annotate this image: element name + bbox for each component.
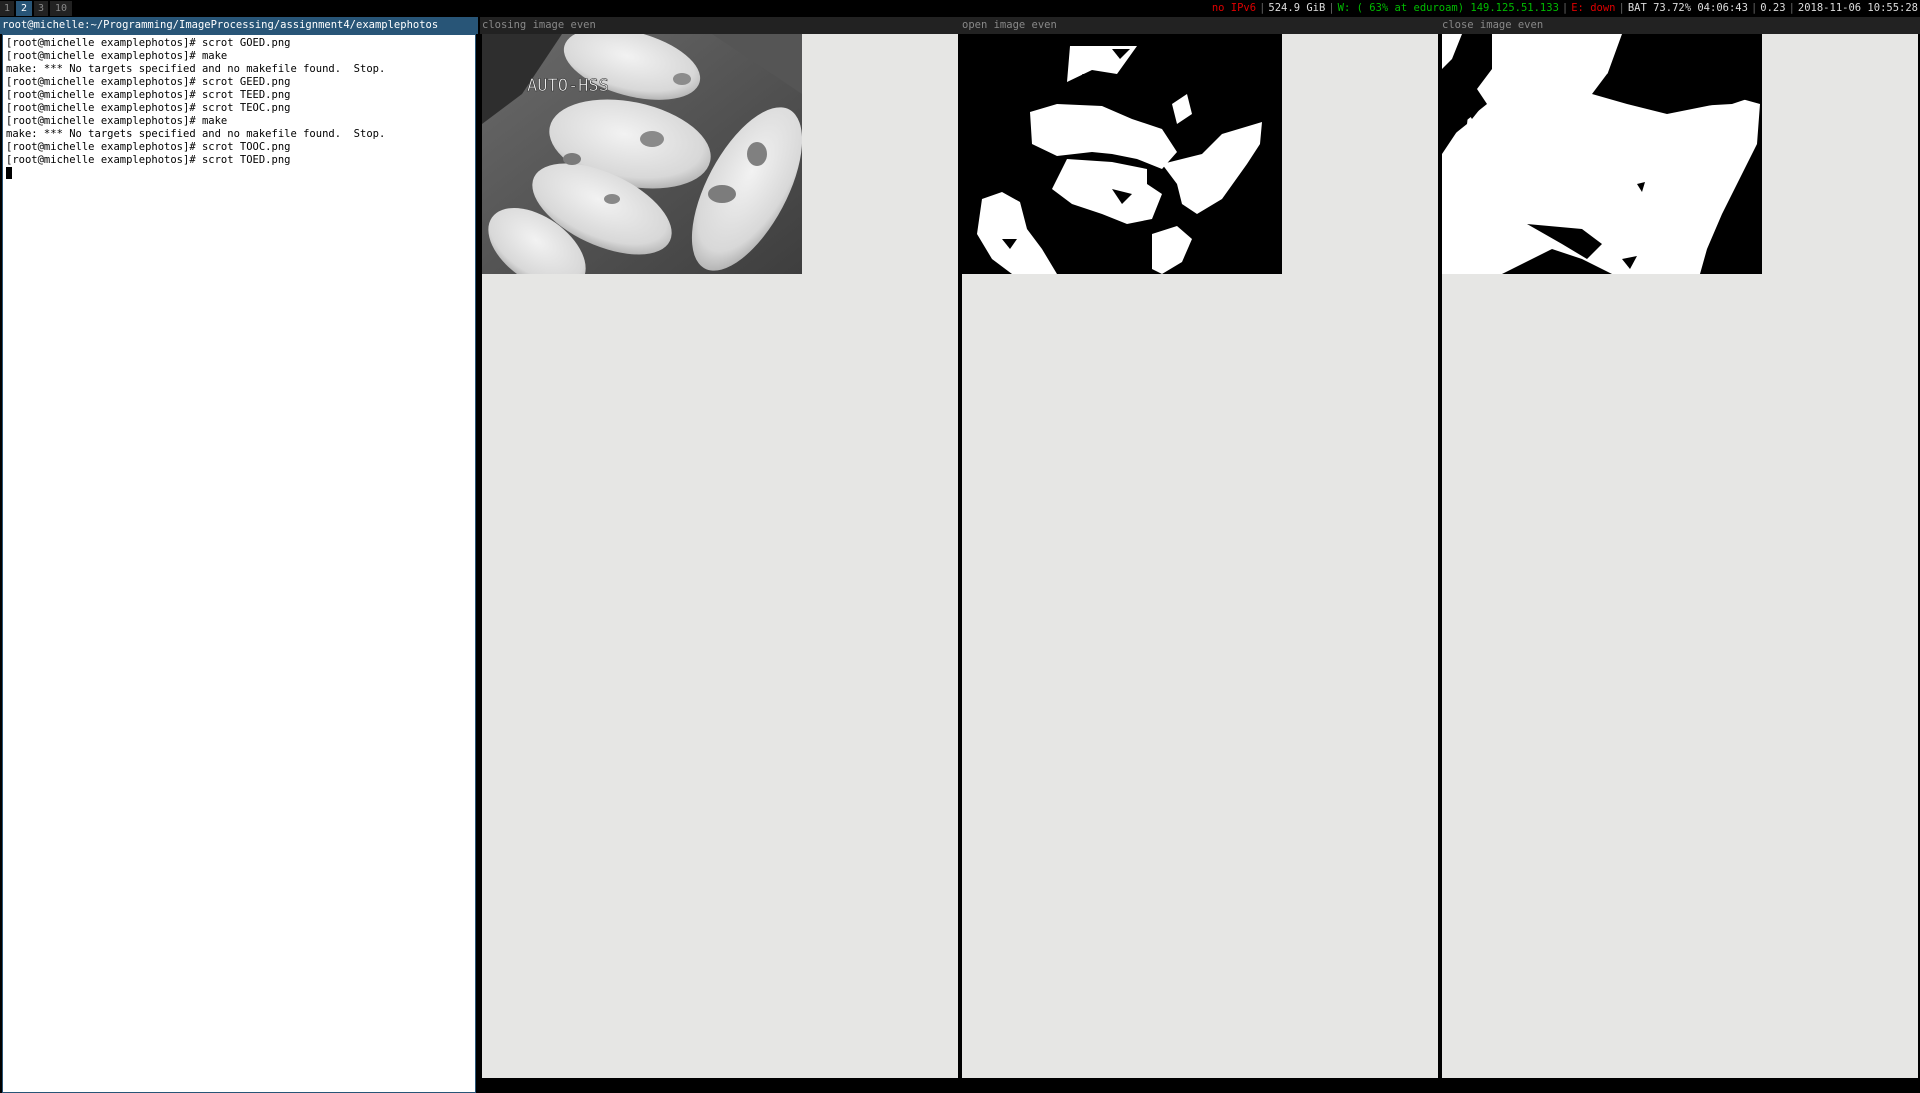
i3bar: 1 2 3 10 no IPv6 | 524.9 GiB | W: ( 63% at e… bbox=[0, 0, 1920, 17]
pigs-grayscale-image: AUTO-HSS bbox=[482, 34, 802, 274]
workspace-button-1[interactable]: 1 bbox=[0, 1, 14, 16]
status-line: no IPv6 | 524.9 GiB | W: ( 63% at eduroam) 1… bbox=[1211, 2, 1918, 14]
close-image-titlebar[interactable]: close image even bbox=[1440, 17, 1920, 34]
ethernet-status: E: down bbox=[1571, 2, 1616, 14]
terminal-line: [root@michelle examplephotos]# scrot TOE… bbox=[6, 154, 291, 166]
datetime-status: 2018-11-06 10:55:28 bbox=[1797, 2, 1918, 14]
open-image-canvas bbox=[962, 34, 1438, 1078]
terminal-line: [root@michelle examplephotos]# make bbox=[6, 50, 228, 62]
closing-image-canvas: AUTO-HSS bbox=[482, 34, 958, 1078]
terminal-line: [root@michelle examplephotos]# scrot GEE… bbox=[6, 76, 291, 88]
close-image-window[interactable]: close image even bbox=[1440, 17, 1920, 1080]
workspace-button-2[interactable]: 2 bbox=[16, 1, 32, 16]
terminal-line: [root@michelle examplephotos]# scrot GOE… bbox=[6, 37, 291, 49]
terminal-titlebar[interactable]: root@michelle:~/Programming/ImageProcess… bbox=[0, 17, 478, 34]
wifi-status: W: ( 63% at eduroam) 149.125.51.133 bbox=[1337, 2, 1559, 14]
open-image-window[interactable]: open image even bbox=[960, 17, 1440, 1080]
camera-overlay-text: AUTO-HSS bbox=[527, 76, 609, 96]
terminal-line: [root@michelle examplephotos]# scrot TEE… bbox=[6, 89, 291, 101]
closing-image-titlebar[interactable]: closing image even bbox=[480, 17, 960, 34]
terminal-line: make: *** No targets specified and no ma… bbox=[6, 63, 386, 75]
terminal-line: [root@michelle examplephotos]# scrot TEO… bbox=[6, 102, 291, 114]
terminal-content[interactable]: [root@michelle examplephotos]# scrot GOE… bbox=[2, 34, 476, 1093]
ipv6-status: no IPv6 bbox=[1211, 2, 1257, 14]
close-mask-image bbox=[1442, 34, 1762, 274]
terminal-line: make: *** No targets specified and no ma… bbox=[6, 128, 386, 140]
disk-status: 524.9 GiB bbox=[1268, 2, 1326, 14]
terminal-window[interactable]: root@michelle:~/Programming/ImageProcess… bbox=[0, 17, 478, 1093]
terminal-cursor bbox=[6, 167, 12, 179]
open-mask-image bbox=[962, 34, 1282, 274]
terminal-line: [root@michelle examplephotos]# make bbox=[6, 115, 228, 127]
load-status: 0.23 bbox=[1760, 2, 1786, 14]
battery-status: BAT 73.72% 04:06:43 bbox=[1627, 2, 1748, 14]
closing-image-window[interactable]: closing image even AUTO-HSS bbox=[480, 17, 960, 1080]
workspace-button-10[interactable]: 10 bbox=[50, 1, 72, 16]
open-image-titlebar[interactable]: open image even bbox=[960, 17, 1440, 34]
workspace-button-3[interactable]: 3 bbox=[34, 1, 48, 16]
close-image-canvas bbox=[1442, 34, 1918, 1078]
terminal-line: [root@michelle examplephotos]# scrot TOO… bbox=[6, 141, 291, 153]
